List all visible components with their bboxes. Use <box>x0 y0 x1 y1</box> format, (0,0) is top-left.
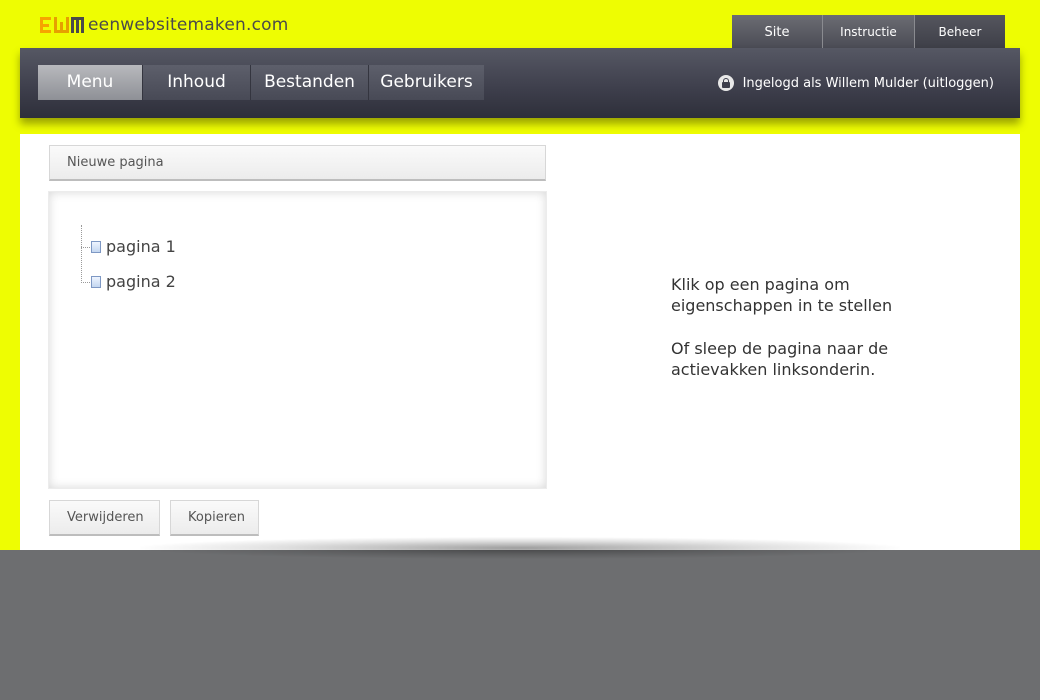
site-name: eenwebsitemaken.com <box>88 15 289 35</box>
tree-item-pagina-2[interactable]: pagina 2 <box>81 272 176 291</box>
new-page-button[interactable]: Nieuwe pagina <box>49 145 546 181</box>
content-panel: Nieuwe pagina pagina 1 pagina 2 Verwijde… <box>20 134 1020 550</box>
help-text: Klik op een pagina om eigenschappen in t… <box>671 274 921 402</box>
lock-icon <box>717 75 734 91</box>
nav-item-bestanden[interactable]: Bestanden <box>251 65 369 100</box>
nav-item-inhoud[interactable]: Inhoud <box>143 65 251 100</box>
site-logo[interactable]: eenwebsitemaken.com <box>40 14 289 36</box>
nav-item-menu[interactable]: Menu <box>38 65 143 100</box>
copy-button[interactable]: Kopieren <box>170 500 259 536</box>
main-navbar: Menu Inhoud Bestanden Gebruikers Ingelog… <box>20 48 1020 118</box>
help-text-line-1: Klik op een pagina om eigenschappen in t… <box>671 275 893 315</box>
tab-site[interactable]: Site <box>732 15 823 48</box>
delete-button[interactable]: Verwijderen <box>49 500 160 536</box>
tab-beheer[interactable]: Beheer <box>915 15 1005 48</box>
tree-item-label: pagina 2 <box>106 272 176 291</box>
footer <box>0 550 1040 700</box>
logo-mark-icon <box>40 17 84 33</box>
content-shadow <box>140 537 900 559</box>
page-icon <box>91 275 101 288</box>
tree-item-label: pagina 1 <box>106 237 176 256</box>
nav-item-gebruikers[interactable]: Gebruikers <box>369 65 484 100</box>
help-text-line-2: Of sleep de pagina naar de actievakken l… <box>671 339 889 379</box>
nav-menu: Menu Inhoud Bestanden Gebruikers <box>38 65 484 100</box>
logout-link[interactable]: (uitloggen) <box>923 76 994 91</box>
page-tree[interactable]: pagina 1 pagina 2 <box>49 192 546 488</box>
tab-instructie[interactable]: Instructie <box>823 15 915 48</box>
login-text: Ingelogd als Willem Mulder <box>742 75 919 91</box>
login-status: Ingelogd als Willem Mulder (uitloggen) <box>717 75 994 91</box>
page-icon <box>91 240 101 253</box>
top-tabs: Site Instructie Beheer <box>732 15 1005 48</box>
tree-item-pagina-1[interactable]: pagina 1 <box>81 237 176 256</box>
